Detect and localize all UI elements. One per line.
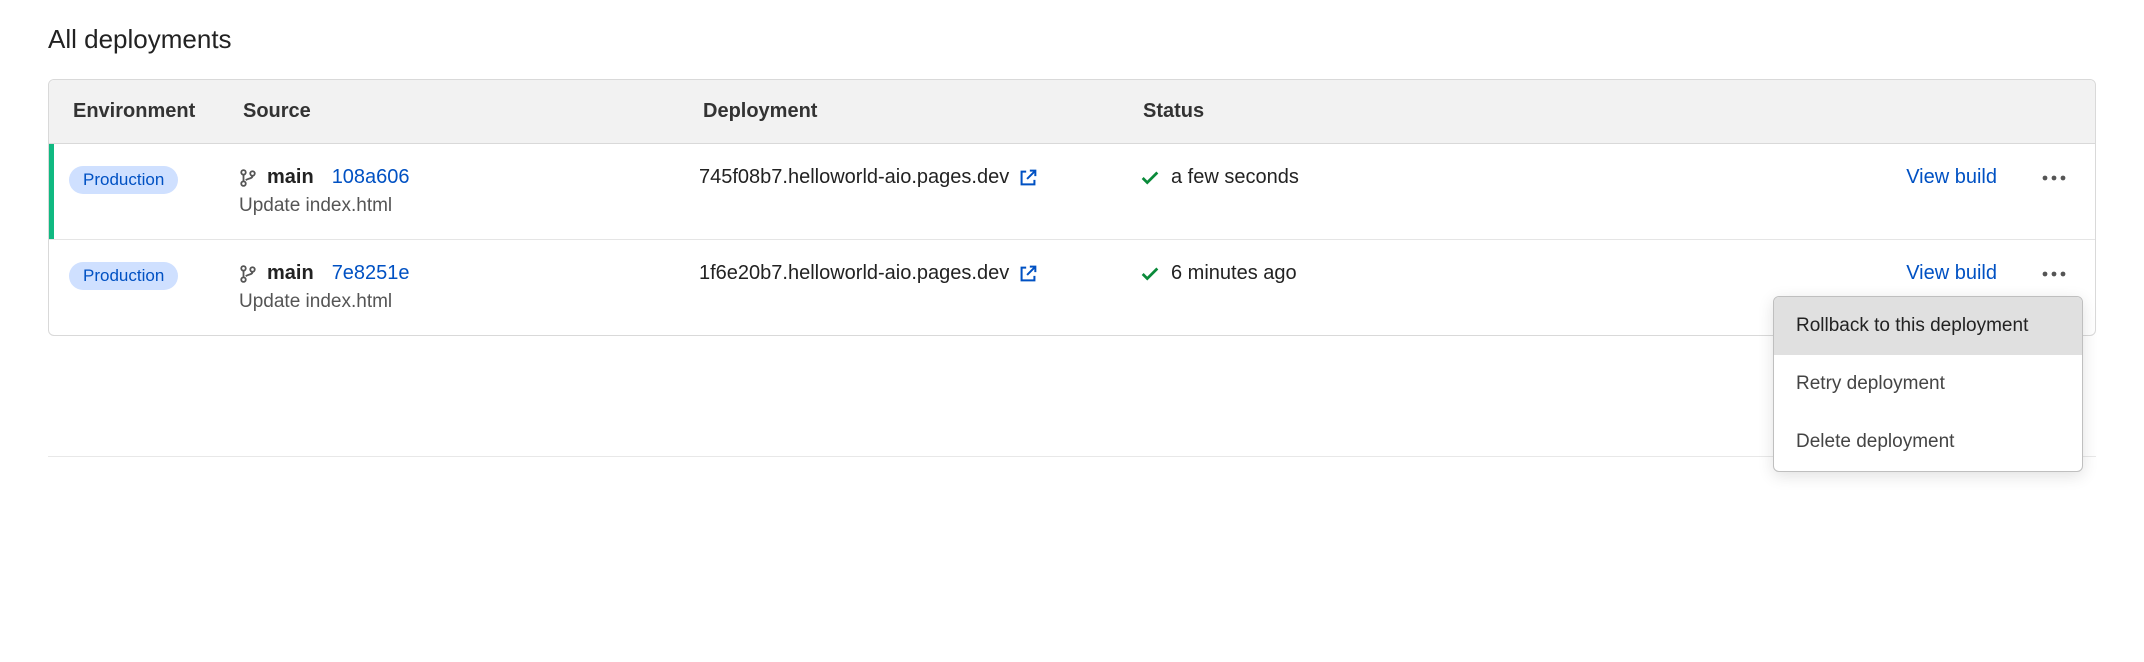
more-actions-button[interactable]	[2037, 266, 2071, 282]
section-title: All deployments	[48, 24, 2096, 55]
col-header-environment: Environment	[73, 100, 243, 123]
menu-item-rollback[interactable]: Rollback to this deployment	[1774, 297, 2082, 355]
table-row: Production main 108a606 Update index.htm…	[49, 144, 2095, 240]
git-branch-icon	[239, 168, 257, 188]
menu-item-retry[interactable]: Retry deployment	[1774, 355, 2082, 413]
branch-name: main	[267, 262, 314, 285]
table-row: Production main 7e8251e Update index.htm…	[49, 240, 2095, 335]
environment-badge: Production	[69, 166, 178, 194]
commit-message: Update index.html	[239, 195, 699, 217]
table-header: Environment Source Deployment Status	[49, 80, 2095, 144]
check-icon	[1139, 263, 1161, 285]
branch-name: main	[267, 166, 314, 189]
view-build-link[interactable]: View build	[1906, 166, 1997, 189]
more-actions-button[interactable]	[2037, 170, 2071, 186]
commit-hash-link[interactable]: 108a606	[332, 166, 410, 189]
deployment-url: 1f6e20b7.helloworld-aio.pages.dev	[699, 262, 1009, 285]
external-link-icon[interactable]	[1017, 263, 1039, 285]
check-icon	[1139, 167, 1161, 189]
deployments-table: Environment Source Deployment Status Pro…	[48, 79, 2096, 336]
commit-message: Update index.html	[239, 291, 699, 313]
menu-item-delete[interactable]: Delete deployment	[1774, 413, 2082, 471]
col-header-deployment: Deployment	[703, 100, 1143, 123]
col-header-status: Status	[1143, 100, 1363, 123]
status-text: 6 minutes ago	[1171, 262, 1297, 285]
view-build-link[interactable]: View build	[1906, 262, 1997, 285]
status-text: a few seconds	[1171, 166, 1299, 189]
git-branch-icon	[239, 264, 257, 284]
deployment-url: 745f08b7.helloworld-aio.pages.dev	[699, 166, 1009, 189]
environment-badge: Production	[69, 262, 178, 290]
commit-hash-link[interactable]: 7e8251e	[332, 262, 410, 285]
external-link-icon[interactable]	[1017, 167, 1039, 189]
row-actions-menu: Rollback to this deployment Retry deploy…	[1773, 296, 2083, 472]
col-header-source: Source	[243, 100, 703, 123]
